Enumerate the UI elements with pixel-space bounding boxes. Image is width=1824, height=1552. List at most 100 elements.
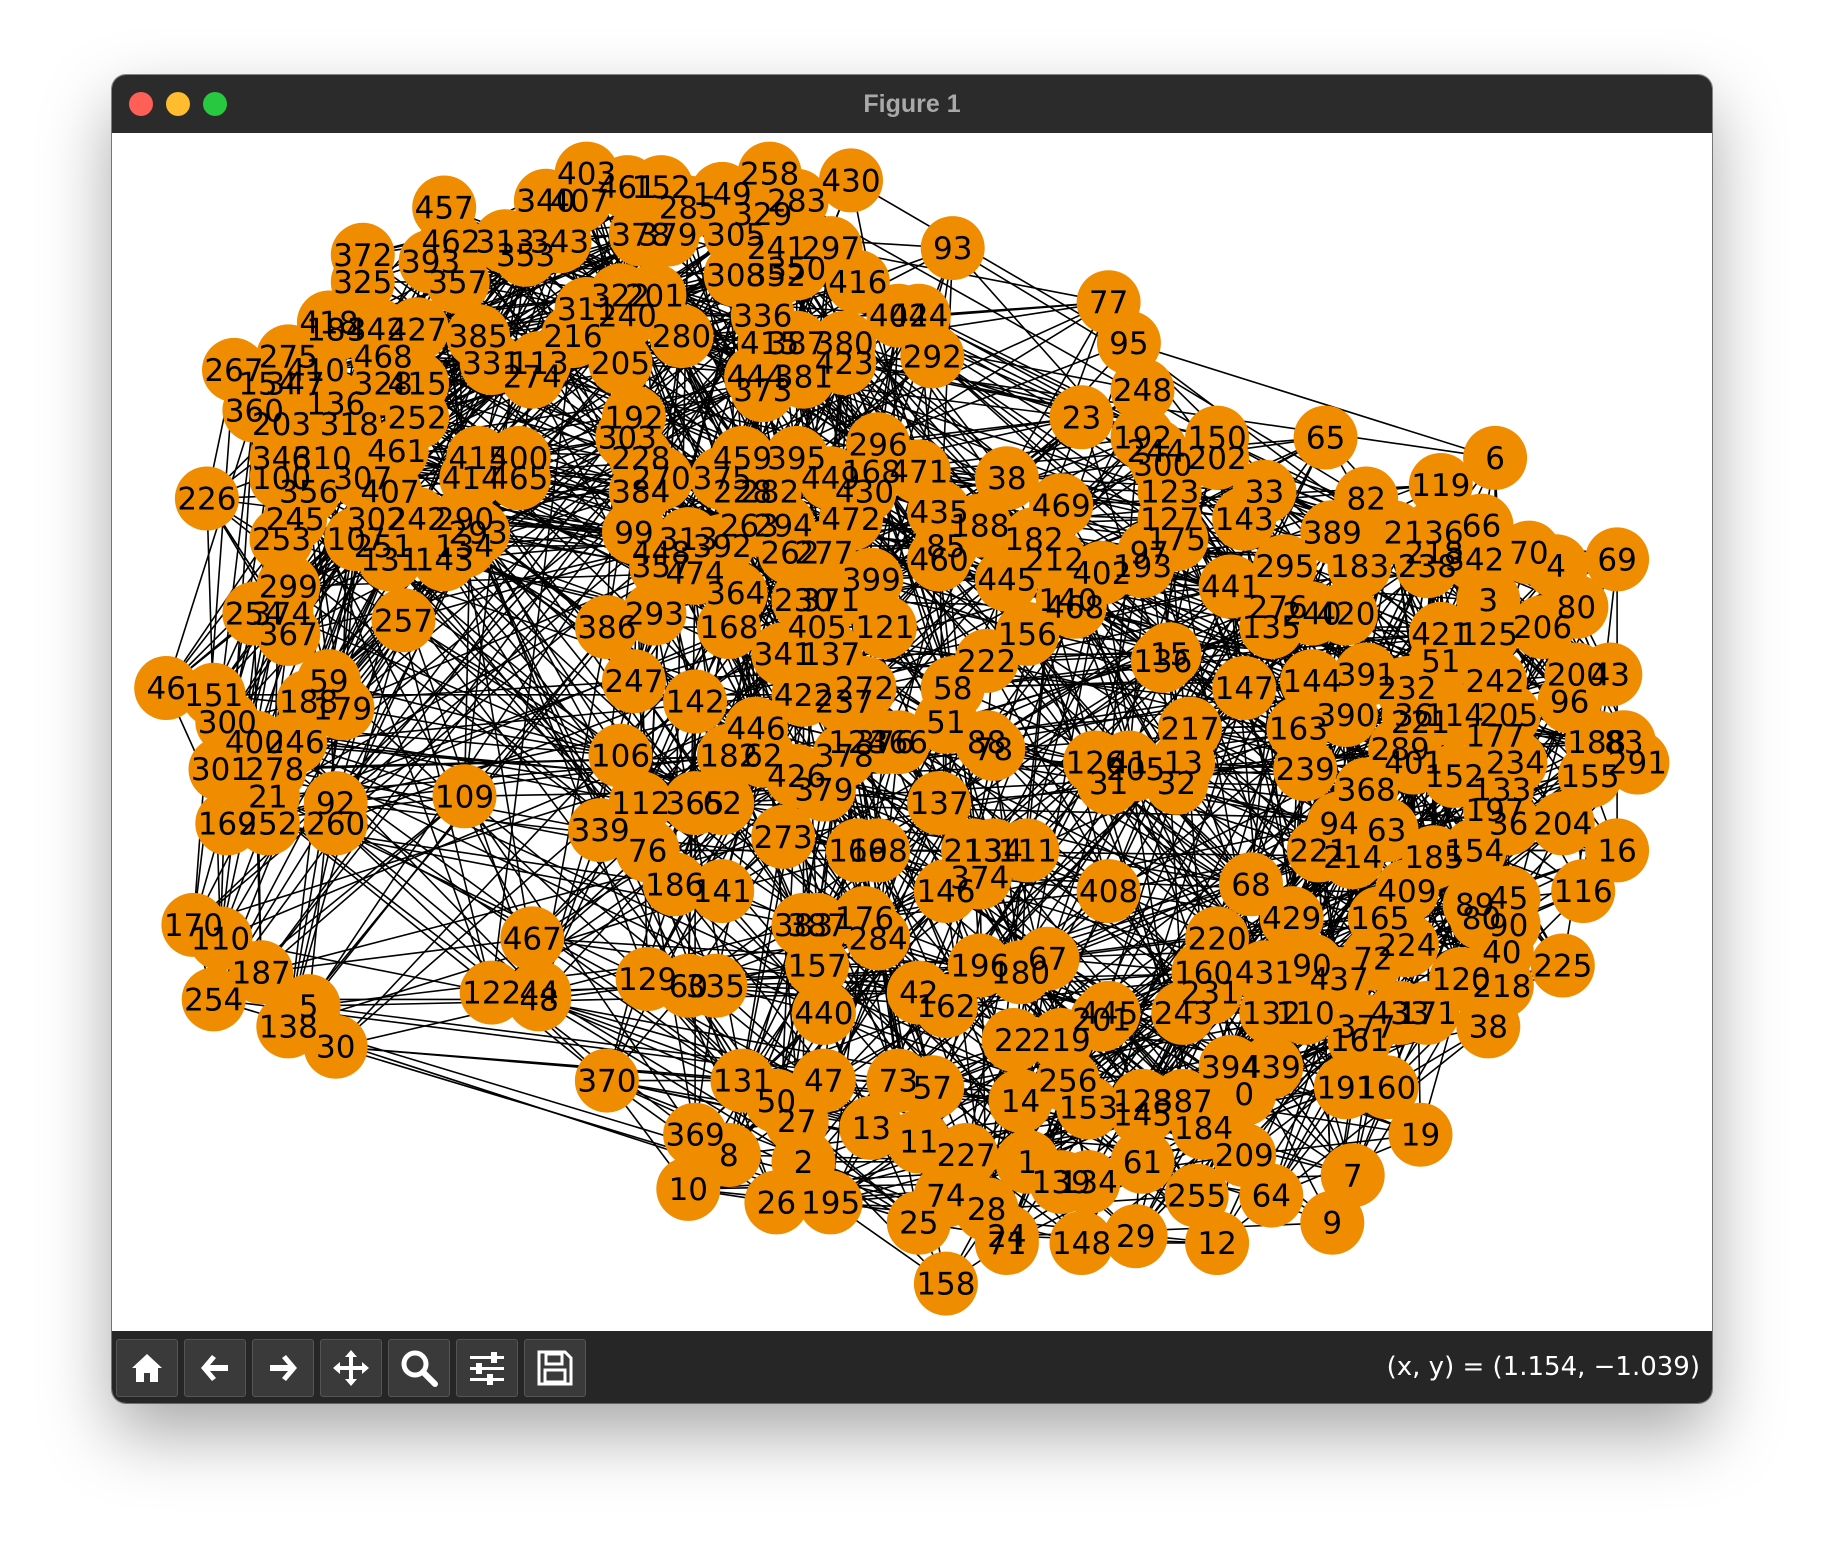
graph-node-label: 179 <box>313 691 372 727</box>
graph-node-label: 369 <box>666 1118 725 1154</box>
graph-node-label: 134 <box>1059 1165 1118 1201</box>
save-button[interactable] <box>524 1339 586 1397</box>
home-button[interactable] <box>116 1339 178 1397</box>
graph-node-label: 38 <box>987 461 1026 497</box>
graph-node-label: 6 <box>1485 441 1505 477</box>
graph-node-label: 239 <box>1276 752 1335 788</box>
graph-node-label: 106 <box>591 739 650 775</box>
graph-node-label: 26 <box>757 1185 796 1221</box>
graph-node-label: 415 <box>388 366 447 402</box>
graph-node-label: 335 <box>686 969 745 1005</box>
graph-node-label: 262 <box>760 536 819 572</box>
graph-node-label: 204 <box>1533 806 1592 842</box>
graph-node-label: 16 <box>1597 833 1636 869</box>
graph-node-label: 384 <box>611 475 670 511</box>
back-button[interactable] <box>184 1339 246 1397</box>
network-graph[interactable]: 403 258 430461152 149457 340407 283285 3294623… <box>112 133 1712 1331</box>
graph-node-label: 57 <box>913 1070 952 1106</box>
graph-node-label: 252 <box>388 400 447 436</box>
graph-node-label: 77 <box>1089 285 1128 321</box>
graph-node-label: 209 <box>1215 1138 1274 1174</box>
graph-node-label: 408 <box>1079 874 1138 910</box>
graph-node-label: 143 <box>415 542 474 578</box>
cursor-coordinates: (x, y) = (1.154, −1.039) <box>1386 1352 1700 1382</box>
graph-node-label: 386 <box>577 610 636 646</box>
graph-node-label: 147 <box>1215 671 1274 707</box>
graph-node-label: 137 <box>910 786 969 822</box>
graph-node-label: 162 <box>916 989 975 1025</box>
graph-node-label: 61 <box>1123 1145 1162 1181</box>
graph-node-label: 64 <box>1252 1179 1291 1215</box>
graph-node-label: 66 <box>1462 509 1501 545</box>
navigation-toolbar: (x, y) = (1.154, −1.039) <box>112 1331 1712 1403</box>
graph-node-label: 357 <box>428 265 487 301</box>
graph-node-label: 171 <box>1398 996 1457 1032</box>
graph-node-label: 260 <box>306 806 365 842</box>
graph-node-label: 252 <box>238 806 297 842</box>
graph-node-label: 69 <box>1597 542 1636 578</box>
graph-node-label: 440 <box>794 996 853 1032</box>
graph-node-label: 350 <box>767 251 826 287</box>
graph-node-label: 9 <box>1322 1206 1342 1242</box>
graph-node-label: 121 <box>855 610 914 646</box>
floppy-disk-icon <box>537 1350 573 1386</box>
graph-node-label: 145 <box>1113 1097 1172 1133</box>
sliders-icon <box>470 1352 504 1385</box>
graph-node-label: 238 <box>1398 549 1457 585</box>
graph-node-label: 168 <box>699 610 758 646</box>
graph-node-label: 29 <box>1116 1219 1155 1255</box>
graph-node-label: 368 <box>1337 773 1396 809</box>
pan-button[interactable] <box>320 1339 382 1397</box>
graph-node-label: 70 <box>1509 536 1548 572</box>
graph-node-label: 22 <box>994 1023 1033 1059</box>
graph-node-label: 467 <box>503 921 562 957</box>
graph-node-label: 284 <box>849 921 908 957</box>
graph-node-label: 360 <box>225 394 284 430</box>
graph-node-label: 431 <box>1235 955 1294 991</box>
graph-node-label: 274 <box>503 360 562 396</box>
graph-node-label: 76 <box>628 833 667 869</box>
graph-node-label: 136 <box>1133 644 1192 680</box>
graph-node-label: 135 <box>1242 610 1301 646</box>
graph-node-label: 38 <box>1469 1009 1508 1045</box>
graph-node-label: 280 <box>652 319 711 355</box>
graph-node-label: 445 <box>977 563 1036 599</box>
graph-node-label: 364 <box>706 576 765 612</box>
graph-nodes: 403 258 430461152 149457 340407 283285 3294623… <box>134 141 1670 1316</box>
graph-node-label: 153 <box>1059 1091 1118 1127</box>
graph-node-label: 301 <box>191 752 250 788</box>
configure-subplots-button[interactable] <box>456 1339 518 1397</box>
graph-node-label: 146 <box>916 874 975 910</box>
graph-node-label: 379 <box>638 218 697 254</box>
graph-node-label: 389 <box>1303 515 1362 551</box>
zoom-button[interactable] <box>388 1339 450 1397</box>
graph-node-label: 292 <box>903 339 962 375</box>
graph-node-label: 96 <box>1550 685 1589 721</box>
title-bar[interactable]: Figure 1 <box>112 75 1712 133</box>
graph-node-label: 4 <box>1546 549 1566 585</box>
window-title: Figure 1 <box>863 90 961 118</box>
graph-node-label: 180 <box>991 955 1050 991</box>
graph-node-label: 243 <box>1154 996 1213 1032</box>
forward-button[interactable] <box>252 1339 314 1397</box>
graph-node-label: 163 <box>1269 712 1328 748</box>
plot-canvas[interactable]: 403 258 430 461 152 149 457 340 407 283 285 329 462 3… <box>112 133 1712 1331</box>
graph-node-label: 247 <box>604 664 663 700</box>
graph-node-label: 157 <box>788 949 847 985</box>
arrow-left-icon <box>201 1355 228 1381</box>
graph-node-label: 367 <box>259 617 318 653</box>
graph-node-label: 225 <box>1533 949 1592 985</box>
graph-node-label: 472 <box>821 502 880 538</box>
graph-node-label: 469 <box>1032 488 1091 524</box>
graph-node-label: 366 <box>869 725 928 761</box>
graph-node-label: 27 <box>777 1104 816 1140</box>
graph-node-label: 10 <box>669 1172 708 1208</box>
graph-node-label: 257 <box>374 603 433 639</box>
graph-node-label: 109 <box>435 779 494 815</box>
magnifier-icon <box>401 1350 438 1387</box>
graph-node-label: 125 <box>1459 617 1518 653</box>
graph-node-label: 143 <box>1215 502 1274 538</box>
graph-node-label: 429 <box>1262 901 1321 937</box>
graph-node-label: 65 <box>1306 421 1345 457</box>
graph-node-label: 206 <box>1513 610 1572 646</box>
